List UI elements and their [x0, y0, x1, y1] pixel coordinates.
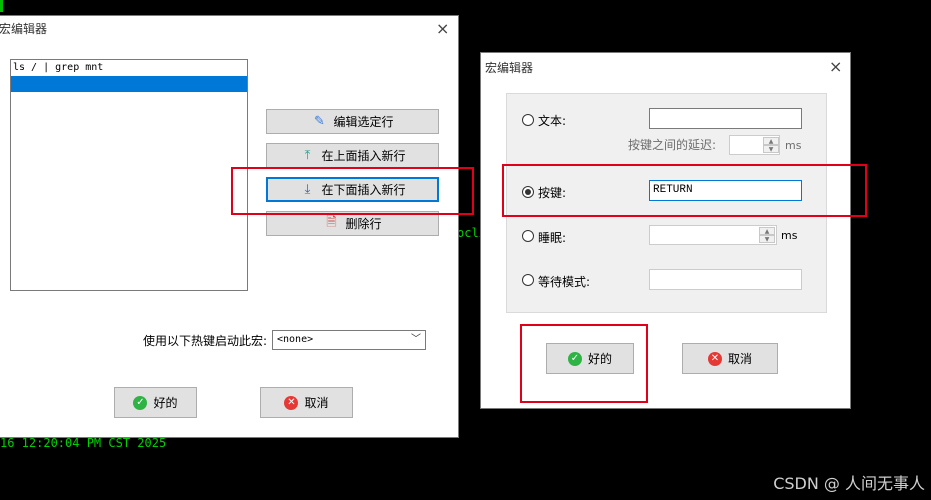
- wait-label: 等待模式:: [538, 275, 591, 289]
- cancel-label: 取消: [727, 352, 752, 366]
- delay-stepper[interactable]: ▲ ▼: [763, 137, 779, 153]
- terminal-timestamp-line: 16 12:20:04 PM CST 2025: [0, 436, 167, 450]
- list-item[interactable]: ls / | grep mnt: [11, 60, 247, 76]
- key-label: 按键:: [538, 186, 567, 200]
- arrow-up-to-line-icon: ⤒: [304, 148, 311, 163]
- macro-lines-list[interactable]: ls / | grep mnt: [10, 59, 248, 291]
- dialog-title: 宏编辑器: [485, 61, 534, 75]
- line-editor-dialog: 宏编辑器 × 文本: 按键之间的延迟: ▲ ▼ ms 按键: RETURN 睡眠…: [480, 52, 851, 409]
- terminal-cursor-mark: [0, 0, 3, 12]
- sleep-radio[interactable]: [522, 230, 534, 242]
- ok-label: 好的: [587, 352, 612, 366]
- hotkey-label: 使用以下热键启动此宏:: [143, 334, 268, 348]
- dialog-title: 宏编辑器: [0, 22, 48, 36]
- sleep-unit: ms: [781, 229, 798, 242]
- delete-line-button[interactable]: 🗎 删除行: [266, 211, 439, 236]
- ok-button[interactable]: ✓ 好的: [546, 343, 634, 374]
- sleep-field[interactable]: [649, 225, 777, 245]
- list-item-selected[interactable]: [11, 76, 247, 92]
- insert-below-button[interactable]: ⤓ 在下面插入新行: [266, 177, 439, 202]
- cancel-label: 取消: [304, 396, 329, 410]
- spin-up-icon[interactable]: ▲: [763, 137, 779, 145]
- edit-line-label: 编辑选定行: [333, 115, 394, 129]
- ok-label: 好的: [153, 396, 178, 410]
- arrow-down-to-line-icon: ⤓: [304, 182, 311, 197]
- text-field[interactable]: [649, 108, 802, 129]
- delay-label: 按键之间的延迟:: [628, 138, 717, 152]
- macro-editor-dialog: 宏编辑器 × ls / | grep mnt ✎ 编辑选定行 ⤒ 在上面插入新行…: [0, 15, 459, 438]
- spin-down-icon[interactable]: ▼: [763, 145, 779, 153]
- hotkey-value: <none>: [277, 334, 314, 345]
- close-icon[interactable]: ×: [436, 21, 449, 37]
- x-circle-icon: ✕: [707, 351, 722, 366]
- text-label: 文本:: [538, 114, 567, 128]
- insert-above-button[interactable]: ⤒ 在上面插入新行: [266, 143, 439, 168]
- text-radio[interactable]: [522, 114, 534, 126]
- ok-button[interactable]: ✓ 好的: [114, 387, 197, 418]
- wait-field[interactable]: [649, 269, 802, 290]
- sleep-label: 睡眠:: [538, 231, 567, 245]
- delete-file-icon: 🗎: [326, 214, 337, 230]
- edit-line-button[interactable]: ✎ 编辑选定行: [266, 109, 439, 134]
- x-circle-icon: ✕: [284, 395, 299, 410]
- key-field[interactable]: RETURN: [649, 180, 802, 201]
- check-circle-icon: ✓: [567, 351, 582, 366]
- spin-up-icon[interactable]: ▲: [759, 227, 775, 235]
- pencil-icon: ✎: [314, 114, 325, 129]
- check-circle-icon: ✓: [133, 395, 148, 410]
- sleep-stepper[interactable]: ▲ ▼: [759, 227, 775, 243]
- insert-above-label: 在上面插入新行: [321, 149, 406, 163]
- cancel-button[interactable]: ✕ 取消: [682, 343, 778, 374]
- close-icon[interactable]: ×: [829, 59, 842, 75]
- key-radio[interactable]: [522, 186, 534, 198]
- insert-below-label: 在下面插入新行: [321, 183, 406, 197]
- hotkey-select[interactable]: <none> ﹀: [272, 330, 426, 350]
- chevron-down-icon: ﹀: [411, 334, 421, 345]
- delete-line-label: 删除行: [345, 217, 382, 231]
- watermark: CSDN @ 人间无事人: [773, 474, 925, 493]
- spin-down-icon[interactable]: ▼: [759, 235, 775, 243]
- wait-radio[interactable]: [522, 274, 534, 286]
- cancel-button[interactable]: ✕ 取消: [260, 387, 353, 418]
- delay-unit: ms: [785, 139, 802, 152]
